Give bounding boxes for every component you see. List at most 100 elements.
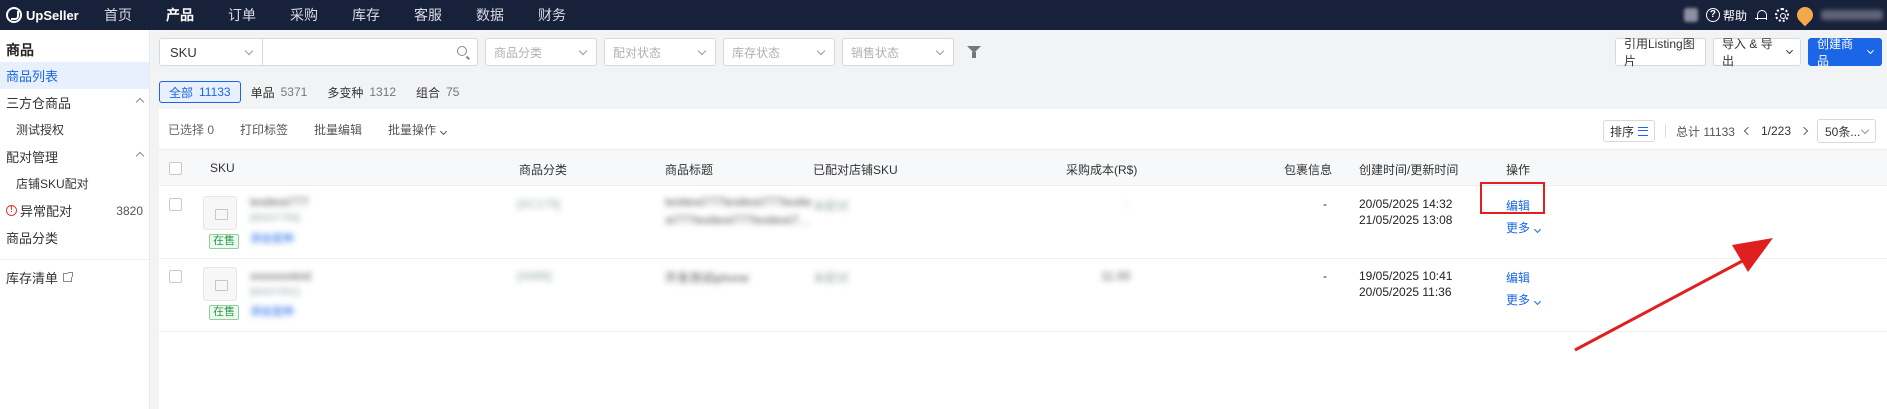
filter-funnel-icon[interactable] bbox=[967, 45, 981, 59]
user-avatar-icon[interactable] bbox=[1793, 3, 1817, 27]
nav-home[interactable]: 首页 bbox=[104, 5, 132, 25]
nav-finance[interactable]: 财务 bbox=[538, 5, 566, 25]
collapse-chevron-icon[interactable] bbox=[135, 151, 145, 161]
sidebar-item-label: 店铺SKU配对 bbox=[16, 177, 89, 191]
sku-link[interactable]: 添加变种 bbox=[250, 230, 294, 246]
nav-products[interactable]: 产品 bbox=[166, 5, 194, 25]
create-product-button[interactable]: 创建商品 bbox=[1808, 37, 1882, 68]
nav-orders[interactable]: 订单 bbox=[228, 5, 256, 25]
cost-value: 11.00 bbox=[1101, 269, 1131, 283]
tab-bundle[interactable]: 组合 75 bbox=[406, 81, 469, 103]
search-type-select[interactable]: SKU bbox=[159, 38, 263, 66]
nav-purchase[interactable]: 采购 bbox=[290, 5, 318, 25]
sort-button[interactable]: 排序 bbox=[1603, 120, 1656, 142]
product-image-placeholder-icon[interactable] bbox=[203, 267, 237, 301]
import-export-button[interactable]: 导入 & 导出 bbox=[1713, 37, 1801, 68]
row-checkbox[interactable] bbox=[169, 270, 182, 283]
sort-list-icon bbox=[1638, 126, 1649, 136]
pair-status-select[interactable]: 配对状态 bbox=[604, 38, 716, 66]
row-checkbox[interactable] bbox=[169, 198, 182, 211]
column-title: 商品标题 bbox=[665, 163, 714, 177]
next-page-icon[interactable] bbox=[1799, 126, 1809, 136]
select-all-checkbox[interactable] bbox=[169, 162, 182, 175]
sku-link[interactable]: 添加变种 bbox=[250, 303, 294, 319]
page-size-value: 50条... bbox=[1825, 124, 1861, 139]
paired-sku-value: 未配对 bbox=[813, 271, 850, 285]
sidebar-item-product-list[interactable]: 商品列表 bbox=[0, 62, 149, 89]
tab-count: 5371 bbox=[280, 85, 308, 99]
title-value-line2: st777testtest777testtest7... bbox=[665, 213, 809, 227]
sidebar-item-3pl-products[interactable]: 三方仓商品 bbox=[0, 89, 149, 116]
search-type-value: SKU bbox=[170, 44, 197, 60]
tab-multi-variant[interactable]: 多变种 1312 bbox=[317, 81, 406, 103]
package-value: - bbox=[1323, 269, 1327, 283]
nav-data[interactable]: 数据 bbox=[476, 5, 504, 25]
tab-label: 多变种 bbox=[327, 85, 364, 100]
column-category: 商品分类 bbox=[519, 163, 568, 177]
updated-time: 20/05/2025 11:36 bbox=[1359, 285, 1452, 299]
chevron-down-icon bbox=[440, 127, 448, 135]
help-link[interactable]: ? 帮助 bbox=[1705, 7, 1747, 24]
more-label: 更多 bbox=[1506, 221, 1531, 235]
sidebar-item-pair-management[interactable]: 配对管理 bbox=[0, 143, 149, 170]
chevron-down-icon bbox=[697, 46, 707, 56]
stock-status-placeholder: 库存状态 bbox=[732, 45, 781, 60]
category-value: [A888] bbox=[517, 269, 552, 283]
settings-gear-icon[interactable] bbox=[1775, 8, 1789, 22]
blurred-icon[interactable] bbox=[1683, 8, 1698, 22]
sidebar-title: 商品 bbox=[6, 42, 34, 58]
sidebar-item-test-auth[interactable]: 测试授权 bbox=[0, 116, 149, 143]
sidebar-item-inventory-list[interactable]: 库存清单 bbox=[0, 264, 149, 291]
collapse-chevron-icon[interactable] bbox=[135, 97, 145, 107]
batch-edit-button[interactable]: 批量编辑 bbox=[314, 121, 362, 138]
created-time: 19/05/2025 10:41 bbox=[1359, 269, 1453, 283]
edit-link[interactable]: 编辑 bbox=[1506, 269, 1530, 286]
notification-bell-icon[interactable] bbox=[1755, 9, 1767, 22]
search-icon[interactable] bbox=[457, 46, 467, 56]
sidebar-item-product-category[interactable]: 商品分类 bbox=[0, 224, 149, 251]
help-icon: ? bbox=[1705, 8, 1720, 22]
search-input[interactable] bbox=[263, 39, 443, 65]
tab-single[interactable]: 单品 5371 bbox=[241, 81, 318, 103]
import-export-label: 导入 & 导出 bbox=[1722, 37, 1773, 68]
sale-status-select[interactable]: 销售状态 bbox=[842, 38, 954, 66]
create-product-label: 创建商品 bbox=[1817, 37, 1854, 68]
chevron-down-icon bbox=[1786, 47, 1794, 54]
tab-all[interactable]: 全部 11133 bbox=[159, 81, 241, 103]
cite-listing-image-button[interactable]: 引用Listing图片 bbox=[1615, 37, 1706, 68]
upseller-logo-icon bbox=[6, 7, 22, 23]
nav-inventory[interactable]: 库存 bbox=[352, 5, 380, 25]
external-link-icon bbox=[63, 272, 74, 282]
status-badge: 在售 bbox=[209, 305, 239, 320]
sale-status-placeholder: 销售状态 bbox=[851, 45, 900, 60]
sidebar-divider bbox=[0, 259, 149, 260]
stock-status-select[interactable]: 库存状态 bbox=[723, 38, 835, 66]
more-link[interactable]: 更多 bbox=[1506, 219, 1542, 236]
sidebar-item-label: 配对管理 bbox=[6, 150, 59, 165]
brand-logo[interactable]: UpSeller bbox=[0, 7, 104, 23]
page-size-select[interactable]: 50条... bbox=[1817, 119, 1876, 143]
blurred-username[interactable] bbox=[1821, 10, 1883, 20]
sku-name[interactable]: xxxxxxxtest bbox=[250, 269, 311, 283]
product-table-panel: 已选择 0 打印标签 批量编辑 批量操作 排序 总计 11133 1/223 5… bbox=[159, 109, 1887, 409]
divider bbox=[1665, 124, 1667, 138]
sidebar-item-label: 商品列表 bbox=[6, 69, 59, 84]
category-select[interactable]: 商品分类 bbox=[485, 38, 597, 66]
search-field[interactable] bbox=[263, 38, 478, 66]
tab-label: 组合 bbox=[416, 85, 441, 100]
sidebar-item-store-sku-pair[interactable]: 店铺SKU配对 bbox=[0, 170, 149, 197]
batch-operations-button[interactable]: 批量操作 bbox=[388, 121, 448, 138]
nav-customer-service[interactable]: 客服 bbox=[414, 5, 442, 25]
batch-ops-label: 批量操作 bbox=[388, 122, 437, 137]
top-actions: 引用Listing图片 导入 & 导出 创建商品 bbox=[1615, 37, 1882, 68]
filter-bar: SKU 商品分类 配对状态 库存状态 销售状态 bbox=[159, 38, 981, 66]
sku-name[interactable]: testtest777 bbox=[250, 195, 309, 209]
sidebar-item-label: 异常配对 bbox=[20, 204, 73, 219]
sidebar-item-abnormal-pair[interactable]: ! 异常配对 3820 bbox=[0, 197, 149, 224]
product-image-placeholder-icon[interactable] bbox=[203, 196, 237, 230]
print-label-button[interactable]: 打印标签 bbox=[240, 121, 288, 138]
prev-page-icon[interactable] bbox=[1743, 126, 1753, 136]
more-link[interactable]: 更多 bbox=[1506, 291, 1542, 308]
updated-time: 21/05/2025 13:08 bbox=[1359, 213, 1453, 227]
created-time: 20/05/2025 14:32 bbox=[1359, 197, 1453, 211]
